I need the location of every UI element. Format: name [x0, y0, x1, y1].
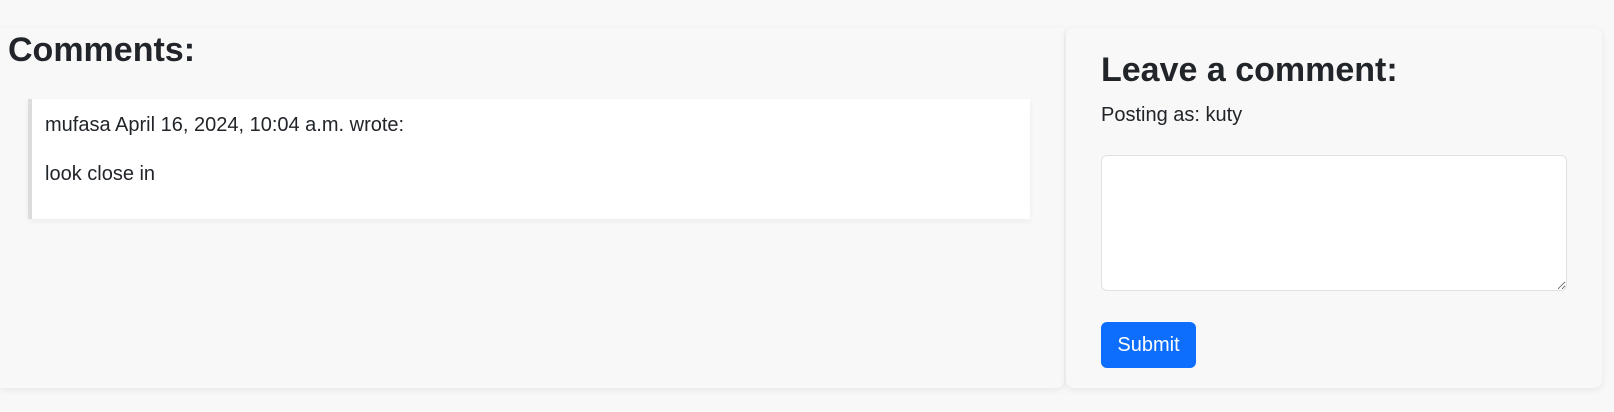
comment-form: Leave a comment: Posting as: kuty Submit	[1066, 28, 1602, 388]
comment-author-date: mufasa April 16, 2024, 10:04 a.m. wrote:	[45, 114, 405, 136]
submit-button[interactable]: Submit	[1101, 322, 1196, 368]
comment-item: mufasa April 16, 2024, 10:04 a.m. wrote:…	[28, 99, 1030, 219]
comments-title: Comments:	[8, 31, 196, 69]
comment-text: look close in	[45, 163, 156, 185]
page: Comments: mufasa April 16, 2024, 10:04 a…	[0, 0, 1614, 412]
comment-textarea[interactable]	[1101, 155, 1567, 291]
form-title: Leave a comment:	[1101, 51, 1398, 89]
posting-as-label: Posting as: kuty	[1101, 104, 1243, 126]
comments-section: Comments: mufasa April 16, 2024, 10:04 a…	[0, 28, 1064, 388]
